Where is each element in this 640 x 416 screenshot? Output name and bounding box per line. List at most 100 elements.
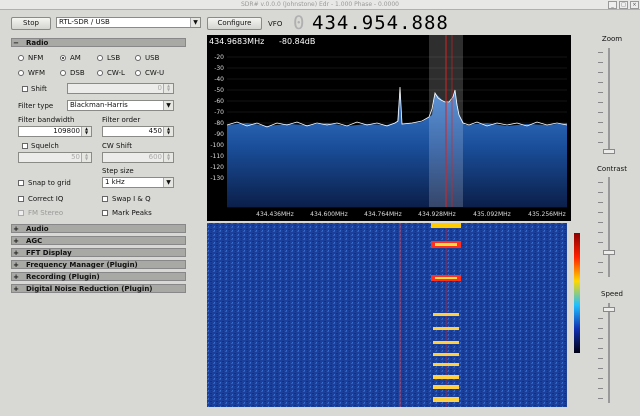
expand-icon: + <box>12 249 20 257</box>
mark-peaks-checkbox[interactable] <box>102 210 108 216</box>
source-select-value: RTL-SDR / USB <box>59 18 110 26</box>
stepper-arrows-icon: ▲▼ <box>163 127 173 136</box>
swap-iq-label: Swap I & Q <box>112 195 151 203</box>
x-tick-label: 435.092MHz <box>473 211 511 218</box>
y-tick-label: -40 <box>214 76 224 83</box>
filter-bandwidth-value: 109800 <box>53 127 80 135</box>
cw-shift-value: 600 <box>149 153 162 161</box>
expand-icon: + <box>12 285 20 293</box>
mode-am-radio[interactable] <box>60 55 66 61</box>
fm-stereo-checkbox[interactable] <box>18 210 24 216</box>
zoom-slider-thumb[interactable] <box>603 149 615 154</box>
squelch-label: Squelch <box>31 142 59 150</box>
snap-to-grid-label: Snap to grid <box>28 179 71 187</box>
y-tick-label: -30 <box>214 65 224 72</box>
mode-am-label: AM <box>70 54 81 62</box>
filter-type-value: Blackman-Harris <box>70 101 128 109</box>
cw-shift-stepper[interactable]: 600▲▼ <box>102 152 174 163</box>
radio-panel-header[interactable]: −Radio <box>11 38 186 47</box>
y-tick-label: -60 <box>214 98 224 105</box>
filter-type-label: Filter type <box>18 102 53 110</box>
y-tick-label: -130 <box>210 175 224 182</box>
recording-panel-header[interactable]: +Recording (Plugin) <box>11 272 186 281</box>
cursor-frequency-readout: 434.9683MHz <box>209 37 264 46</box>
squelch-checkbox[interactable] <box>22 143 28 149</box>
step-size-select[interactable]: 1 kHz ▼ <box>102 177 174 188</box>
zoom-label: Zoom <box>597 35 627 43</box>
stepper-arrows-icon: ▲▼ <box>81 153 91 162</box>
x-tick-label: 434.764MHz <box>364 211 402 218</box>
waterfall-noise-floor <box>207 223 567 407</box>
y-tick-label: -120 <box>210 164 224 171</box>
fft-display-panel-header[interactable]: +FFT Display <box>11 248 186 257</box>
x-tick-label: 435.256MHz <box>528 211 566 218</box>
frequency-manager-panel-header[interactable]: +Frequency Manager (Plugin) <box>11 260 186 269</box>
x-tick-label: 434.600MHz <box>310 211 348 218</box>
snap-to-grid-checkbox[interactable] <box>18 180 24 186</box>
correct-iq-checkbox[interactable] <box>18 196 24 202</box>
mode-nfm-label: NFM <box>28 54 43 62</box>
expand-icon: + <box>12 225 20 233</box>
agc-panel-header[interactable]: +AGC <box>11 236 186 245</box>
mode-usb-radio[interactable] <box>135 55 141 61</box>
shift-checkbox[interactable] <box>22 86 28 92</box>
stepper-arrows-icon: ▲▼ <box>163 153 173 162</box>
fm-stereo-label: FM Stereo <box>28 209 63 217</box>
x-tick-label: 434.436MHz <box>256 211 294 218</box>
stepper-arrows-icon: ▲▼ <box>81 127 91 136</box>
mode-lsb-radio[interactable] <box>97 55 103 61</box>
swap-iq-checkbox[interactable] <box>102 196 108 202</box>
mode-cwu-radio[interactable] <box>135 70 141 76</box>
mode-nfm-radio[interactable] <box>18 55 24 61</box>
step-size-value: 1 kHz <box>105 178 125 186</box>
expand-icon: + <box>12 237 20 245</box>
window-titlebar: SDR# v.0.0.0 (Johnstone) Edr - 1.000 Pha… <box>0 0 640 10</box>
noise-reduction-panel-header[interactable]: +Digital Noise Reduction (Plugin) <box>11 284 186 293</box>
expand-icon: + <box>12 273 20 281</box>
vfo-frequency-display[interactable]: 434.954.888 <box>312 12 449 34</box>
y-tick-label: -100 <box>210 142 224 149</box>
y-tick-label: -50 <box>214 87 224 94</box>
x-tick-label: 434.928MHz <box>418 211 456 218</box>
y-tick-label: -20 <box>214 54 224 61</box>
shift-stepper[interactable]: 0▲▼ <box>67 83 174 94</box>
squelch-stepper[interactable]: 50▲▼ <box>18 152 92 163</box>
squelch-value: 50 <box>71 153 80 161</box>
y-tick-label: -70 <box>214 109 224 116</box>
mode-cwl-label: CW-L <box>107 69 125 77</box>
mode-cwu-label: CW-U <box>145 69 164 77</box>
filter-type-select[interactable]: Blackman-Harris ▼ <box>67 100 174 111</box>
configure-button[interactable]: Configure <box>207 17 262 30</box>
step-size-label: Step size <box>102 167 134 175</box>
chevron-down-icon: ▼ <box>190 18 200 27</box>
speed-label: Speed <box>597 290 627 298</box>
stepper-arrows-icon: ▲▼ <box>163 84 173 93</box>
y-tick-label: -80 <box>214 120 224 127</box>
speed-slider-thumb[interactable] <box>603 307 615 312</box>
waterfall-color-scale <box>574 233 580 353</box>
filter-order-stepper[interactable]: 450▲▼ <box>102 126 174 137</box>
filter-bandwidth-stepper[interactable]: 109800▲▼ <box>18 126 92 137</box>
audio-panel-header[interactable]: +Audio <box>11 224 186 233</box>
spectrum-analyzer[interactable]: 434.9683MHz -80.84dB -20 -30 -40 -50 -60… <box>207 35 571 221</box>
waterfall-display[interactable] <box>207 223 590 407</box>
chevron-down-icon: ▼ <box>163 178 173 187</box>
window-title: SDR# v.0.0.0 (Johnstone) Edr - 1.000 Pha… <box>0 0 640 9</box>
expand-icon: + <box>12 261 20 269</box>
mode-cwl-radio[interactable] <box>97 70 103 76</box>
vfo-label: VFO <box>268 20 282 28</box>
filter-bandwidth-label: Filter bandwidth <box>18 116 74 124</box>
stop-button[interactable]: Stop <box>11 17 51 30</box>
minimize-icon[interactable]: _ <box>608 1 617 9</box>
correct-iq-label: Correct IQ <box>28 195 63 203</box>
vfo-prefix: 0 <box>293 12 304 34</box>
mode-dsb-radio[interactable] <box>60 70 66 76</box>
y-tick-label: -110 <box>210 153 224 160</box>
maximize-icon[interactable]: □ <box>619 1 628 9</box>
source-select[interactable]: RTL-SDR / USB ▼ <box>56 17 201 28</box>
contrast-slider-thumb[interactable] <box>603 250 615 255</box>
mode-wfm-radio[interactable] <box>18 70 24 76</box>
close-icon[interactable]: × <box>630 1 639 9</box>
mode-lsb-label: LSB <box>107 54 120 62</box>
contrast-label: Contrast <box>597 165 627 173</box>
